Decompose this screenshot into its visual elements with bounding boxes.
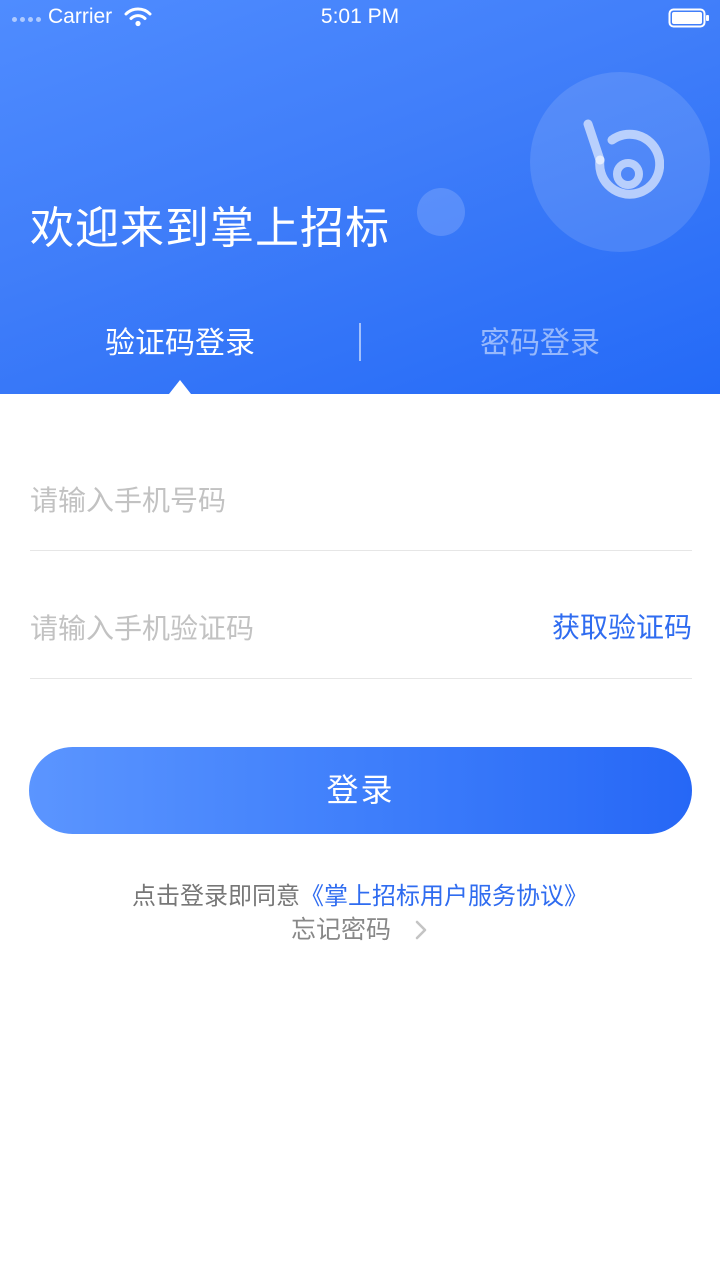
- chevron-right-icon: [415, 920, 427, 940]
- tab-password-login[interactable]: 密码登录: [360, 322, 720, 366]
- active-tab-indicator: [169, 380, 191, 394]
- login-button[interactable]: 登录: [29, 747, 692, 834]
- code-divider: [30, 678, 692, 679]
- status-time: 5:01 PM: [320, 5, 400, 28]
- forgot-password-link[interactable]: 忘记密码: [0, 910, 720, 946]
- battery-icon: [668, 8, 709, 28]
- tab-sms-login[interactable]: 验证码登录: [0, 322, 360, 366]
- logo-icon: [583, 119, 664, 199]
- get-code-button[interactable]: 获取验证码: [552, 608, 692, 648]
- forgot-password-label: 忘记密码: [291, 915, 392, 944]
- agreement-text: 点击登录即同意《掌上招标用户服务协议》: [0, 876, 720, 911]
- phone-divider: [30, 550, 692, 551]
- login-screen: Carrier 5:01 PM 欢迎来到掌上招标 验证码登录 密码登录 获取验证…: [0, 0, 720, 1280]
- verification-code-input[interactable]: [30, 598, 510, 658]
- header-banner: Carrier 5:01 PM 欢迎来到掌上招标 验证码登录 密码登录: [0, 0, 720, 394]
- code-field: 获取验证码: [30, 598, 692, 658]
- welcome-title: 欢迎来到掌上招标: [30, 203, 390, 254]
- phone-input[interactable]: [30, 470, 692, 530]
- agreement-prefix: 点击登录即同意: [132, 882, 300, 910]
- agreement-link[interactable]: 《掌上招标用户服务协议》: [300, 882, 588, 910]
- status-bar: Carrier 5:01 PM: [0, 0, 720, 36]
- phone-field: [30, 470, 692, 530]
- decorative-circle-small: [417, 188, 465, 236]
